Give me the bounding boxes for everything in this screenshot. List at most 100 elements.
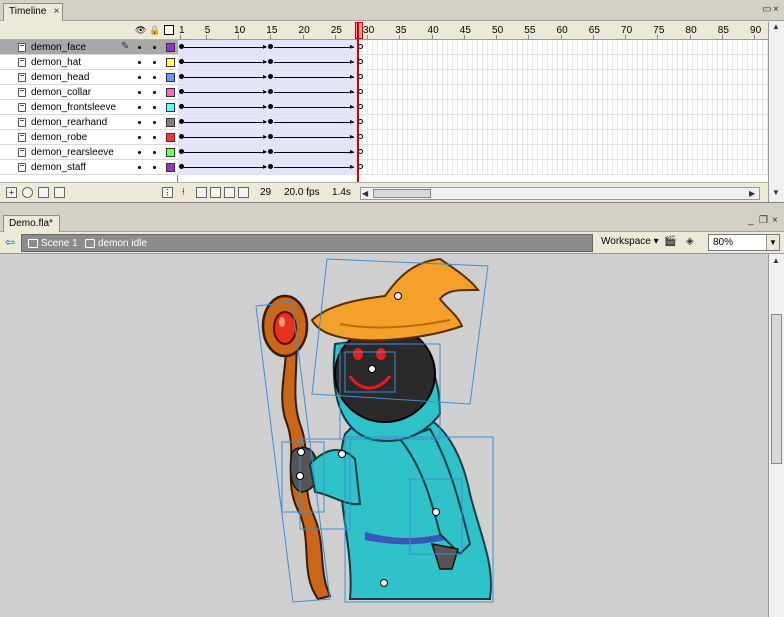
motion-tween[interactable]: ▸ ▸ [178, 145, 358, 159]
stage-vscroll[interactable]: ▲ [768, 254, 784, 617]
insert-folder-icon[interactable] [38, 187, 49, 198]
motion-tween[interactable]: ▸ ▸ [178, 40, 358, 54]
frame-row[interactable]: ▸ ▸ [178, 100, 768, 115]
doc-close-icon[interactable]: × [772, 215, 778, 226]
layer-outline-color[interactable] [166, 163, 175, 172]
layer-row[interactable]: demon_robe [0, 130, 178, 145]
frame-row[interactable]: ▸ ▸ [178, 85, 768, 100]
rear-sleeve[interactable] [308, 449, 362, 506]
visibility-toggle[interactable] [138, 76, 141, 79]
lock-icon[interactable]: 🔒 [149, 25, 160, 35]
lock-toggle[interactable] [153, 151, 156, 154]
panel-close-icon[interactable]: × [773, 4, 779, 15]
layer-row[interactable]: demon_rearsleeve [0, 145, 178, 160]
doc-minimize-icon[interactable]: _ [748, 215, 754, 226]
frame-area[interactable]: 1 5 10 15 20 25 30 35 40 45 50 55 60 65 70 75 80 85 90 ▸ ▸ ▸… [178, 22, 768, 182]
modify-markers-icon[interactable] [238, 187, 249, 198]
keyframe[interactable] [268, 164, 273, 169]
scroll-left-icon[interactable]: ◀ [362, 189, 368, 198]
visibility-toggle[interactable] [138, 121, 141, 124]
lock-toggle[interactable] [153, 91, 156, 94]
visibility-toggle[interactable] [138, 136, 141, 139]
breadcrumb-symbol[interactable]: demon idle [98, 238, 147, 249]
layer-outline-color[interactable] [166, 148, 175, 157]
frame-row[interactable]: ▸ ▸ [178, 130, 768, 145]
timeline-hscroll[interactable]: ◀ ▶ [360, 187, 760, 200]
visibility-toggle[interactable] [138, 166, 141, 169]
visibility-toggle[interactable] [138, 46, 141, 49]
motion-tween[interactable]: ▸ ▸ [178, 115, 358, 129]
close-icon[interactable]: × [54, 6, 60, 17]
tab-demo-fla[interactable]: Demo.fla* [3, 215, 60, 232]
keyframe[interactable] [268, 44, 273, 49]
motion-tween[interactable]: ▸ ▸ [178, 70, 358, 84]
keyframe[interactable] [268, 149, 273, 154]
layer-outline-color[interactable] [166, 103, 175, 112]
visibility-toggle[interactable] [138, 106, 141, 109]
zoom-select[interactable]: 80% ▼ [708, 234, 780, 251]
vscroll-thumb[interactable] [771, 314, 782, 464]
layer-row[interactable]: demon_staff [0, 160, 178, 175]
lock-toggle[interactable] [153, 61, 156, 64]
outline-icon[interactable] [164, 25, 174, 35]
layer-outline-color[interactable] [166, 133, 175, 142]
lock-toggle[interactable] [153, 106, 156, 109]
frame-row[interactable]: ▸ ▸ [178, 55, 768, 70]
edit-scene-icon[interactable]: 🎬 [664, 236, 676, 247]
lock-toggle[interactable] [153, 121, 156, 124]
add-motion-guide-icon[interactable] [22, 187, 33, 198]
visibility-toggle[interactable] [138, 91, 141, 94]
frame-ruler[interactable]: 1 5 10 15 20 25 30 35 40 45 50 55 60 65 70 75 80 85 90 [178, 22, 768, 40]
scroll-up-icon[interactable]: ▲ [772, 256, 780, 265]
insert-layer-icon[interactable]: + [6, 187, 17, 198]
minimize-icon[interactable]: ▭ [762, 4, 771, 15]
tab-timeline[interactable]: Timeline × [3, 3, 64, 21]
layer-row[interactable]: demon_head [0, 70, 178, 85]
workspace-menu[interactable]: Workspace ▾ [601, 236, 659, 247]
lock-toggle[interactable] [153, 166, 156, 169]
scroll-up-icon[interactable]: ▲ [772, 22, 780, 31]
layer-row[interactable]: demon_collar [0, 85, 178, 100]
keyframe[interactable] [268, 119, 273, 124]
scroll-right-icon[interactable]: ▶ [749, 189, 755, 198]
lock-toggle[interactable] [153, 76, 156, 79]
layer-outline-color[interactable] [166, 43, 175, 52]
frame-row[interactable]: ▸ ▸ [178, 115, 768, 130]
layer-outline-color[interactable] [166, 118, 175, 127]
stage[interactable] [0, 254, 768, 617]
layer-outline-color[interactable] [166, 58, 175, 67]
hscroll-thumb[interactable] [373, 189, 431, 198]
lock-toggle[interactable] [153, 46, 156, 49]
keyframe[interactable] [268, 74, 273, 79]
frame-row[interactable]: ▸ ▸ [178, 40, 768, 55]
resize-grip-icon[interactable]: ⋮ [162, 187, 173, 198]
keyframe[interactable] [268, 134, 273, 139]
layer-row[interactable]: demon_hat [0, 55, 178, 70]
frame-row[interactable]: ▸ ▸ [178, 145, 768, 160]
visibility-toggle[interactable] [138, 151, 141, 154]
lock-toggle[interactable] [153, 136, 156, 139]
motion-tween[interactable]: ▸ ▸ [178, 100, 358, 114]
layer-row[interactable]: demon_face ✎ [0, 40, 178, 55]
timeline-vscroll[interactable]: ▲ ▼ [768, 22, 784, 202]
keyframe[interactable] [268, 59, 273, 64]
keyframe[interactable] [268, 89, 273, 94]
frame-row[interactable]: ▸ ▸ [178, 70, 768, 85]
breadcrumb-scene[interactable]: Scene 1 [41, 238, 78, 249]
frame-rate[interactable]: 20.0 fps [284, 187, 320, 198]
chevron-down-icon[interactable]: ▼ [766, 235, 779, 250]
keyframe[interactable] [268, 104, 273, 109]
onion-outline-icon[interactable] [210, 187, 221, 198]
layer-row[interactable]: demon_rearhand [0, 115, 178, 130]
delete-layer-icon[interactable] [54, 187, 65, 198]
edit-symbol-icon[interactable]: ◈ [686, 236, 694, 247]
eye-icon[interactable]: 👁 [135, 25, 146, 35]
edit-multiple-frames-icon[interactable] [224, 187, 235, 198]
layer-outline-color[interactable] [166, 88, 175, 97]
visibility-toggle[interactable] [138, 61, 141, 64]
center-frame-icon[interactable]: ⍿ [182, 187, 185, 198]
onion-skin-icon[interactable] [196, 187, 207, 198]
motion-tween[interactable]: ▸ ▸ [178, 130, 358, 144]
layer-row[interactable]: demon_frontsleeve [0, 100, 178, 115]
motion-tween[interactable]: ▸ ▸ [178, 55, 358, 69]
